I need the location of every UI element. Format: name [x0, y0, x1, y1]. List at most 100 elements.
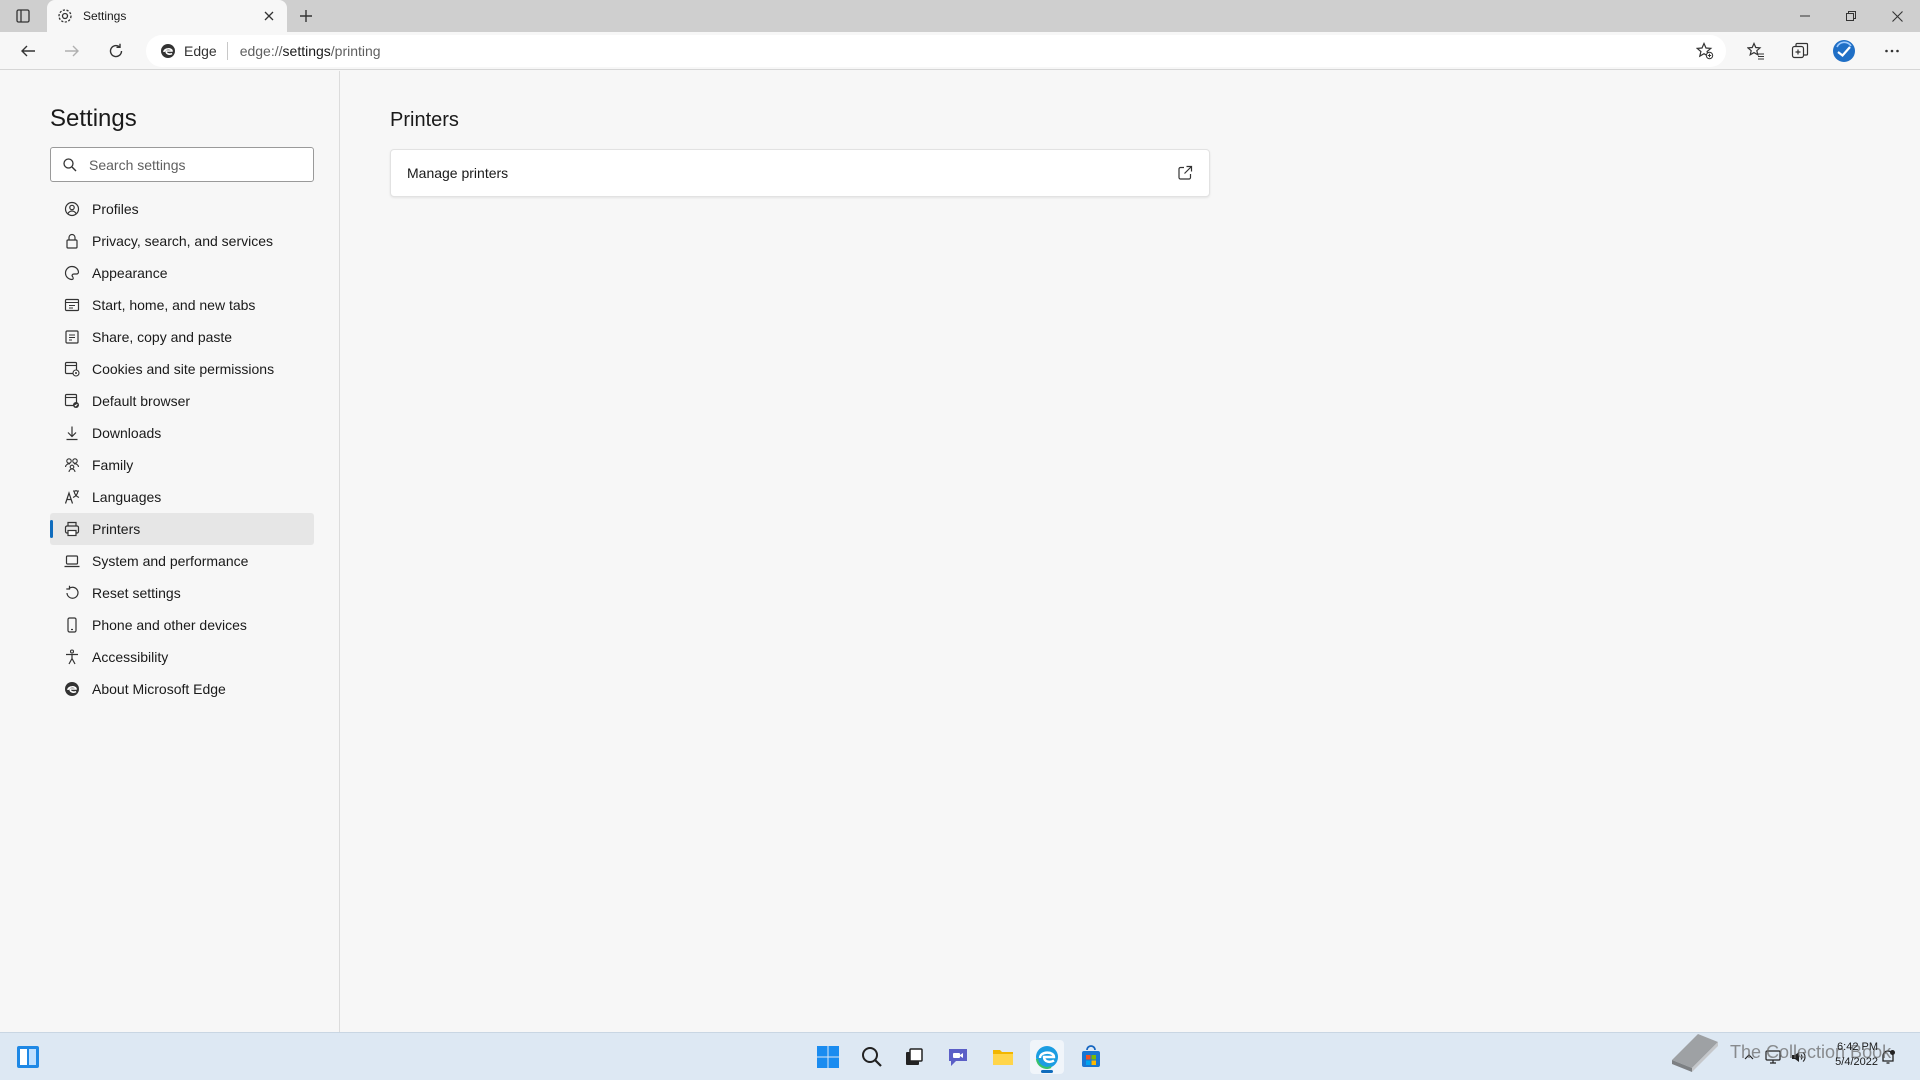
settings-sidebar: Settings Profiles Privacy, search, and se…	[0, 71, 340, 1032]
sidebar-item-label: Privacy, search, and services	[92, 233, 274, 249]
languages-icon	[64, 489, 80, 505]
restore-icon	[1846, 11, 1856, 21]
book-logo-icon	[1672, 1034, 1718, 1072]
sidebar-item-label: Phone and other devices	[92, 617, 247, 633]
sidebar-item-label: Downloads	[92, 425, 162, 441]
sidebar-title: Settings	[50, 105, 137, 132]
appearance-icon	[64, 265, 80, 281]
edge-icon	[161, 44, 175, 58]
sidebar-item-label: Start, home, and new tabs	[92, 297, 256, 313]
browser-toolbar: Edge edge://settings/printing	[0, 32, 1920, 70]
download-icon	[64, 425, 80, 441]
avatar-icon	[1833, 40, 1855, 62]
close-window-button[interactable]	[1874, 0, 1920, 32]
back-arrow-icon	[21, 45, 35, 57]
search-icon	[63, 157, 77, 171]
sidebar-item-profiles[interactable]: Profiles	[50, 193, 314, 225]
taskbar-search-button[interactable]	[855, 1040, 889, 1074]
favorites-button[interactable]	[1742, 37, 1770, 65]
tab-actions-button[interactable]	[10, 6, 36, 26]
sidebar-item-family[interactable]: Family	[50, 449, 314, 481]
clock[interactable]: 6:42 PM 5/4/2022	[1822, 1040, 1878, 1070]
search-input[interactable]	[89, 156, 289, 173]
profile-button[interactable]	[1830, 37, 1858, 65]
forward-arrow-icon	[65, 45, 79, 57]
restore-button[interactable]	[1828, 0, 1874, 32]
sidebar-item-phone-and-other-devices[interactable]: Phone and other devices	[50, 609, 314, 641]
edge-taskbar-button[interactable]	[1030, 1040, 1064, 1074]
reset-icon	[64, 585, 80, 601]
sidebar-item-label: Profiles	[92, 201, 139, 217]
minimize-button[interactable]	[1782, 0, 1828, 32]
sidebar-item-label: Languages	[92, 489, 162, 505]
sidebar-item-label: About Microsoft Edge	[92, 681, 226, 697]
more-menu-button[interactable]	[1878, 37, 1906, 65]
manage-printers-label: Manage printers	[407, 165, 509, 181]
tab-settings[interactable]: Settings	[47, 0, 287, 32]
sidebar-item-default-browser[interactable]: Default browser	[50, 385, 314, 417]
cookies-icon	[64, 361, 80, 377]
ellipsis-icon	[1885, 49, 1899, 53]
sidebar-item-languages[interactable]: Languages	[50, 481, 314, 513]
edge-identity[interactable]: Edge	[146, 42, 228, 60]
forward-button[interactable]	[58, 37, 86, 65]
edge-label: Edge	[184, 43, 217, 59]
star-add-icon	[1696, 42, 1714, 60]
sidebar-item-reset-settings[interactable]: Reset settings	[50, 577, 314, 609]
sidebar-item-label: Default browser	[92, 393, 191, 409]
refresh-button[interactable]	[102, 37, 130, 65]
edge-icon	[64, 681, 80, 697]
external-link-icon	[1175, 163, 1195, 183]
start-button[interactable]	[811, 1040, 845, 1074]
folder-icon	[993, 1050, 1013, 1065]
collections-button[interactable]	[1786, 37, 1814, 65]
accessibility-icon	[64, 649, 80, 665]
sidebar-item-share-copy-and-paste[interactable]: Share, copy and paste	[50, 321, 314, 353]
settings-main: Printers Manage printers	[341, 71, 1920, 1032]
windows-icon	[817, 1046, 839, 1068]
sidebar-item-label: Accessibility	[92, 649, 169, 665]
sidebar-item-printers[interactable]: Printers	[50, 513, 314, 545]
back-button[interactable]	[14, 37, 42, 65]
sidebar-item-about-microsoft-edge[interactable]: About Microsoft Edge	[50, 673, 314, 705]
search-box[interactable]	[50, 147, 314, 182]
tab-close-button[interactable]	[261, 8, 277, 24]
sidebar-item-system-and-performance[interactable]: System and performance	[50, 545, 314, 577]
close-icon	[264, 11, 274, 21]
sidebar-item-label: Reset settings	[92, 585, 181, 601]
sidebar-item-label: Share, copy and paste	[92, 329, 233, 345]
sidebar-item-appearance[interactable]: Appearance	[50, 257, 314, 289]
widgets-icon	[17, 1046, 39, 1068]
phone-icon	[64, 617, 80, 633]
sidebar-item-start-home-and-new-tabs[interactable]: Start, home, and new tabs	[50, 289, 314, 321]
taskbar	[0, 1032, 1920, 1080]
new-tab-button[interactable]	[294, 4, 318, 28]
manage-printers-link[interactable]: Manage printers	[390, 149, 1210, 197]
widgets-button[interactable]	[11, 1040, 45, 1074]
search-icon	[862, 1047, 882, 1067]
family-icon	[64, 457, 80, 473]
sidebar-item-privacy-search-and-services[interactable]: Privacy, search, and services	[50, 225, 314, 257]
sidebar-item-label: Printers	[92, 521, 141, 537]
address-bar[interactable]: Edge edge://settings/printing	[146, 35, 1726, 67]
sidebar-item-accessibility[interactable]: Accessibility	[50, 641, 314, 673]
chat-button[interactable]	[941, 1040, 975, 1074]
sidebar-item-downloads[interactable]: Downloads	[50, 417, 314, 449]
file-explorer-button[interactable]	[986, 1040, 1020, 1074]
sidebar-item-cookies-and-site-permissions[interactable]: Cookies and site permissions	[50, 353, 314, 385]
tab-strip: Settings	[0, 0, 1920, 32]
edge-icon	[1035, 1046, 1058, 1069]
default-browser-icon	[64, 393, 80, 409]
printer-icon	[64, 521, 80, 537]
sidebar-item-label: System and performance	[92, 553, 249, 569]
share-icon	[64, 329, 80, 345]
plus-icon	[300, 10, 312, 22]
url-text[interactable]: edge://settings/printing	[240, 43, 381, 59]
task-view-button[interactable]	[897, 1040, 931, 1074]
sidebar-item-label: Cookies and site permissions	[92, 361, 275, 377]
add-favorite-button[interactable]	[1694, 40, 1716, 62]
chat-icon	[949, 1049, 967, 1066]
clock-time: 6:42 PM	[1837, 1041, 1878, 1053]
gear-icon	[57, 8, 73, 24]
store-button[interactable]	[1074, 1040, 1108, 1074]
